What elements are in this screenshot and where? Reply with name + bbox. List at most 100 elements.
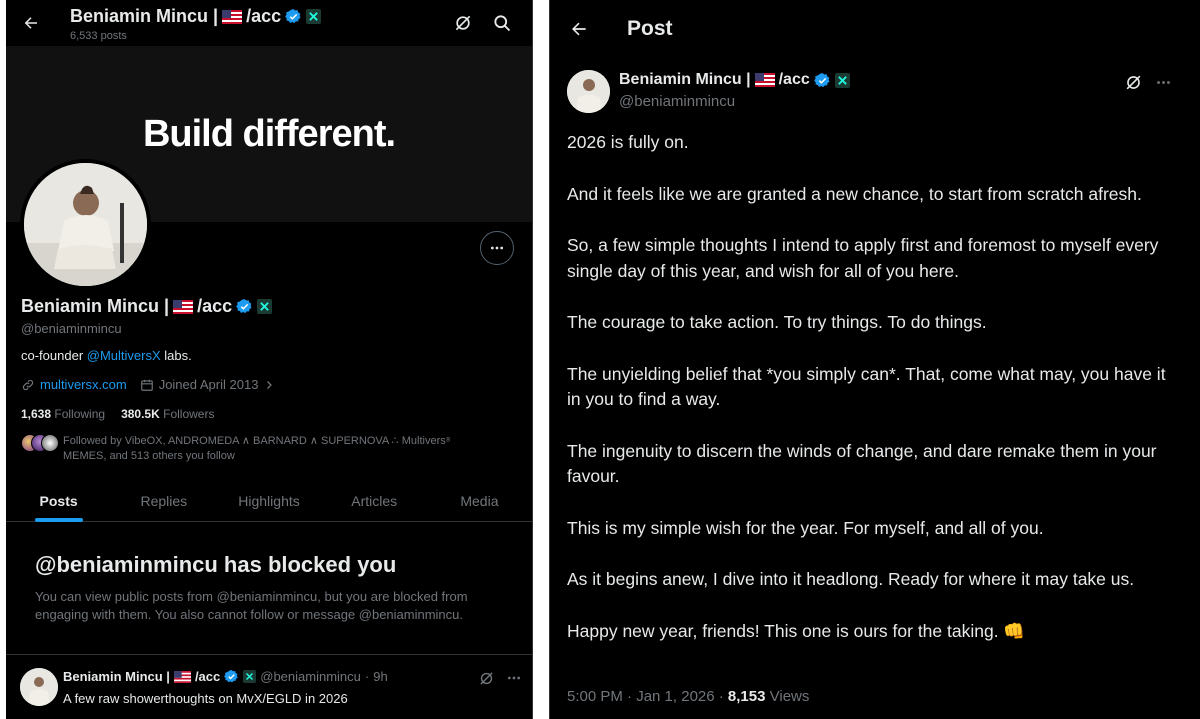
tab-label: Media xyxy=(460,492,499,509)
back-button[interactable] xyxy=(14,6,48,40)
grok-button[interactable] xyxy=(1122,71,1144,93)
post-author-avatar[interactable] xyxy=(567,70,610,113)
post-paragraph: And it feels like we are granted a new c… xyxy=(567,183,1142,204)
blocked-description: You can view public posts from @beniamin… xyxy=(35,589,468,622)
tab-label: Posts xyxy=(39,492,78,509)
grok-icon xyxy=(1126,75,1140,89)
verified-badge-icon xyxy=(285,9,301,24)
joined-date: Joined April 2013 xyxy=(158,377,259,392)
multiversx-badge-icon[interactable] xyxy=(257,299,273,314)
post-timestamp[interactable]: 5:00 PM · Jan 1, 2026 · xyxy=(567,688,728,705)
mini-avatar xyxy=(41,434,59,452)
tab-posts[interactable]: Posts xyxy=(6,480,111,522)
website-link[interactable]: multiversx.com xyxy=(40,377,127,392)
post-author-name-row: Beniamin Mincu | /acc xyxy=(619,71,850,89)
post-author-name-suffix: /acc xyxy=(194,669,221,684)
bio-mention-link[interactable]: @MultiversX xyxy=(87,348,161,363)
followers-link[interactable]: 380.5K Followers xyxy=(121,407,214,421)
profile-handle: @beniaminmincu xyxy=(21,321,122,336)
post-paragraph: So, a few simple thoughts I intend to ap… xyxy=(567,235,1159,281)
us-flag-icon xyxy=(222,9,243,24)
post-author-name[interactable]: Beniamin Mincu | xyxy=(619,71,751,89)
post-author-avatar[interactable] xyxy=(20,668,58,706)
bio-suffix: labs. xyxy=(160,348,192,363)
followers-label: Followers xyxy=(163,407,215,421)
profile-meta: multiversx.com Joined April 2013 xyxy=(21,377,275,392)
blocked-title: @beniaminmincu has blocked you xyxy=(35,552,397,577)
post-time[interactable]: 9h xyxy=(373,669,387,684)
us-flag-icon xyxy=(173,299,194,314)
multiversx-badge-icon xyxy=(306,9,322,24)
following-count: 1,638 xyxy=(21,407,52,421)
post-more-button[interactable] xyxy=(1152,71,1174,93)
followed-by[interactable]: Followed by VibeOX, ANDROMEDA ∧ BARNARD … xyxy=(21,434,491,464)
profile-tabs: Posts Replies Highlights Articles Media xyxy=(6,480,532,522)
us-flag-icon xyxy=(754,73,775,87)
profile-header: Beniamin Mincu | /acc 6,533 posts xyxy=(6,0,532,46)
post-footer: 5:00 PM · Jan 1, 2026 · 8,153 Views xyxy=(567,688,809,705)
header-title: Beniamin Mincu | /acc xyxy=(70,6,322,27)
post-paragraph: The ingenuity to discern the winds of ch… xyxy=(567,440,1157,487)
post-paragraph: 2026 is fully on. xyxy=(567,132,689,152)
followed-by-avatars xyxy=(21,434,59,452)
verified-badge-icon xyxy=(224,669,238,683)
profile-bio: co-founder @MultiversX labs. xyxy=(21,348,192,363)
following-link[interactable]: 1,638 Following xyxy=(21,407,105,421)
views-label: Views xyxy=(765,688,810,705)
followers-count: 380.5K xyxy=(121,407,160,421)
post-paragraph: As it begins anew, I dive into it headlo… xyxy=(567,569,1135,589)
multiversx-badge-icon xyxy=(243,670,257,683)
multiversx-badge-icon xyxy=(834,72,850,88)
dot-separator: · xyxy=(364,669,370,684)
search-button[interactable] xyxy=(490,11,514,35)
post-paragraph: Happy new year, friends! This one is our… xyxy=(567,620,1026,641)
post-more-button[interactable] xyxy=(502,666,526,690)
page-title: Post xyxy=(627,17,673,40)
profile-panel: Beniamin Mincu | /acc 6,533 posts Build … xyxy=(6,0,533,719)
post-grok-button[interactable] xyxy=(474,666,498,690)
profile-avatar[interactable] xyxy=(20,159,151,290)
more-options-button[interactable] xyxy=(480,231,514,265)
tab-label: Articles xyxy=(351,492,398,509)
tab-articles[interactable]: Articles xyxy=(322,480,427,521)
follow-stats: 1,638 Following 380.5K Followers xyxy=(21,407,214,421)
bio-prefix: co-founder xyxy=(21,348,87,363)
post-author-handle[interactable]: @beniaminmincu xyxy=(619,93,735,110)
tab-highlights[interactable]: Highlights xyxy=(216,480,321,521)
more-horizontal-icon xyxy=(508,676,520,680)
post-paragraph: The courage to take action. To try thing… xyxy=(567,312,987,332)
header-name-suffix: /acc xyxy=(246,6,282,26)
header-name: Beniamin Mincu | xyxy=(70,6,219,26)
verified-badge-icon[interactable] xyxy=(236,298,253,315)
post-body: 2026 is fully on. And it feels like we a… xyxy=(567,130,1182,670)
chevron-right-icon[interactable] xyxy=(263,379,275,391)
back-button[interactable] xyxy=(562,12,596,46)
grok-button[interactable] xyxy=(451,11,475,35)
posts-count: 6,533 posts xyxy=(70,30,127,42)
tab-media[interactable]: Media xyxy=(427,480,532,521)
banner-text: Build different. xyxy=(142,113,396,155)
us-flag-icon xyxy=(173,670,191,683)
grok-icon xyxy=(479,671,493,685)
profile-name: Beniamin Mincu | /acc xyxy=(21,296,273,317)
tab-replies[interactable]: Replies xyxy=(111,480,216,521)
followed-by-text: Followed by VibeOX, ANDROMEDA ∧ BARNARD … xyxy=(63,435,451,462)
post-preview-text[interactable]: A few raw showerthoughts on MvX/EGLD in … xyxy=(63,691,348,706)
active-tab-indicator xyxy=(34,518,83,522)
tab-label: Highlights xyxy=(238,492,300,509)
more-horizontal-icon xyxy=(491,246,503,250)
divider xyxy=(6,654,532,655)
post-author-name[interactable]: Beniamin Mincu | xyxy=(63,669,170,684)
profile-display-name: Beniamin Mincu | xyxy=(21,296,170,316)
views-count: 8,153 xyxy=(727,688,766,705)
calendar-icon xyxy=(140,379,153,391)
arrow-left-icon xyxy=(572,22,586,36)
tab-label: Replies xyxy=(140,492,188,509)
following-label: Following xyxy=(54,407,106,421)
post-author-handle: @beniaminmincu xyxy=(260,669,361,684)
verified-badge-icon xyxy=(813,72,830,87)
post-paragraph: This is my simple wish for the year. For… xyxy=(567,517,1044,538)
post-paragraph: The unyielding belief that *you simply c… xyxy=(567,363,1166,410)
post-author-name-suffix: /acc xyxy=(778,71,810,88)
arrow-left-icon xyxy=(24,17,37,29)
